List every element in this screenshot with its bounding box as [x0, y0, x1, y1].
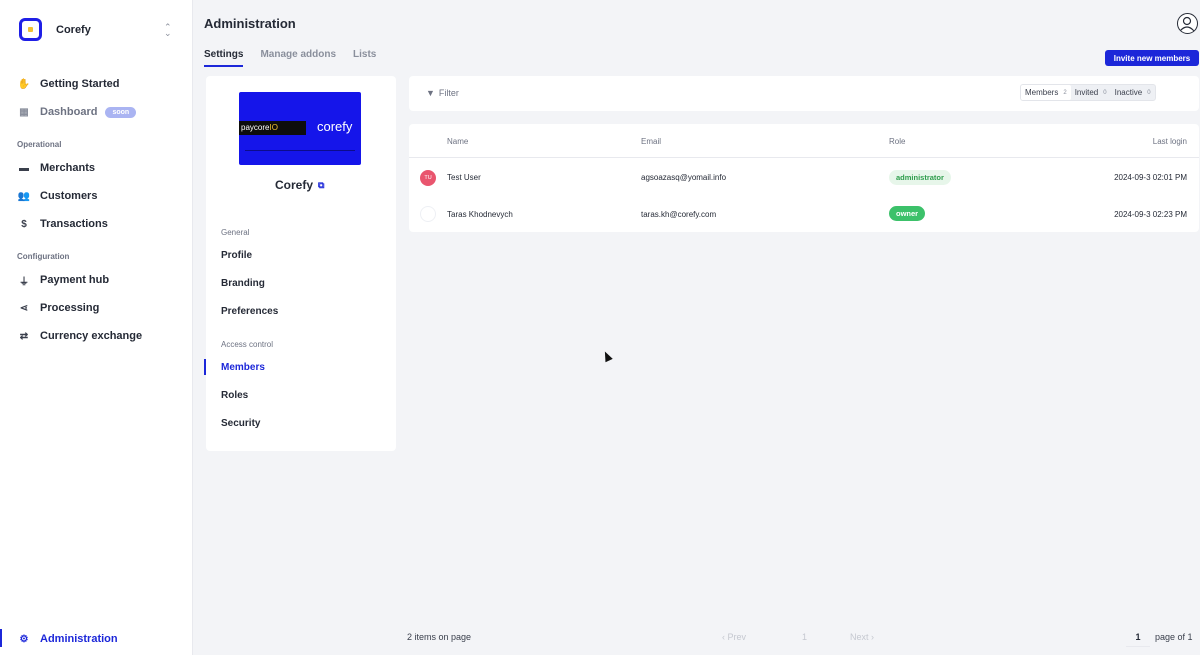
sidebar: Corefy ⌃ ⌄ ✋ Getting Started ▦ Dashboard …: [0, 0, 193, 655]
segment-invited[interactable]: Invited 0: [1071, 85, 1111, 100]
segment-inactive[interactable]: Inactive 0: [1111, 85, 1155, 100]
pager-prev-button[interactable]: ‹ Prev: [722, 632, 746, 642]
logo-paycore: paycoreIO: [239, 121, 306, 135]
sidebar-item-payment-hub[interactable]: ⏚ Payment hub: [17, 273, 110, 288]
sidebar-item-merchants[interactable]: ▬ Merchants: [17, 161, 95, 175]
sidebar-item-currency-exchange[interactable]: ⇄ Currency exchange: [17, 329, 142, 343]
tab-bar: Settings Manage addons Lists: [204, 49, 376, 67]
active-indicator: [0, 629, 2, 647]
sidebar-item-transactions[interactable]: $ Transactions: [17, 217, 108, 231]
wave-hand-icon: ✋: [17, 78, 31, 90]
segment-members[interactable]: Members 2: [1021, 85, 1071, 100]
active-indicator: [204, 359, 206, 375]
brand-name: Corefy: [56, 23, 91, 36]
member-last-login: 2024-09-3 02:01 PM: [1114, 173, 1187, 182]
section-label-access-control: Access control: [221, 340, 274, 349]
avatar: TU: [420, 170, 436, 186]
sidebar-item-label: Processing: [40, 302, 100, 314]
sidebar-item-customers[interactable]: 👥 Customers: [17, 189, 98, 203]
member-email: agsoazasq@yomail.info: [641, 173, 727, 182]
exchange-icon: ⇄: [19, 330, 29, 342]
avatar: [420, 206, 436, 222]
section-label-general: General: [221, 228, 250, 237]
member-name[interactable]: Taras Khodnevych: [447, 210, 513, 219]
tab-manage-addons[interactable]: Manage addons: [260, 49, 336, 67]
org-name-link[interactable]: Corefy ⧉: [275, 178, 324, 192]
org-logo: paycoreIO corefy: [239, 92, 361, 165]
sidebar-item-label: Payment hub: [40, 274, 110, 286]
users-icon: 👥: [17, 190, 31, 202]
corefy-logo-icon: [19, 18, 42, 41]
settings-item-preferences[interactable]: Preferences: [221, 306, 278, 317]
column-header-name[interactable]: Name: [447, 137, 468, 146]
settings-item-profile[interactable]: Profile: [221, 250, 252, 261]
member-name[interactable]: Test User: [447, 173, 481, 182]
member-email: taras.kh@corefy.com: [641, 210, 717, 219]
column-header-last-login[interactable]: Last login: [1153, 137, 1187, 146]
settings-item-members[interactable]: Members: [221, 362, 265, 373]
role-badge: administrator: [889, 170, 951, 185]
filter-button[interactable]: ▼ Filter: [426, 88, 459, 98]
gear-icon: ⚙: [19, 633, 29, 645]
sidebar-item-label: Getting Started: [40, 78, 120, 90]
settings-panel: paycoreIO corefy Corefy ⧉ General Profile…: [204, 76, 396, 451]
page-title: Administration: [204, 16, 296, 31]
sidebar-item-label: Dashboard: [40, 106, 98, 118]
column-header-role[interactable]: Role: [889, 137, 905, 146]
dashboard-icon: ▦: [19, 106, 29, 118]
section-label-configuration: Configuration: [17, 252, 70, 261]
invite-new-members-button[interactable]: Invite new members: [1105, 50, 1199, 66]
chevron-up-down-icon[interactable]: ⌃ ⌄: [164, 23, 172, 38]
items-count: 2 items on page: [407, 632, 472, 642]
sidebar-item-dashboard[interactable]: ▦ Dashboard soon: [17, 105, 137, 119]
filter-icon: ▼: [426, 88, 435, 98]
sidebar-item-administration[interactable]: ⚙ Administration: [17, 632, 118, 646]
soon-badge: soon: [105, 106, 137, 118]
column-header-email[interactable]: Email: [641, 137, 661, 146]
sidebar-item-label: Administration: [40, 633, 118, 645]
brand-switcher[interactable]: Corefy: [19, 18, 91, 41]
members-table: Name Email Role Last login TU Test User …: [409, 124, 1199, 232]
sidebar-item-label: Customers: [40, 190, 98, 202]
settings-item-roles[interactable]: Roles: [221, 390, 248, 401]
section-label-operational: Operational: [17, 140, 62, 149]
pager-next-button[interactable]: Next ›: [850, 632, 874, 642]
logo-corefy: corefy: [317, 119, 353, 134]
sidebar-item-processing[interactable]: ⋖ Processing: [17, 301, 100, 315]
settings-item-branding[interactable]: Branding: [221, 278, 265, 289]
sidebar-item-label: Transactions: [40, 218, 108, 230]
page-of-label: page of 1: [1155, 632, 1193, 642]
pager-page-number[interactable]: 1: [802, 632, 807, 642]
page-number-input[interactable]: 1: [1126, 630, 1150, 647]
store-icon: ▬: [19, 162, 29, 174]
filter-bar: ▼ Filter Members 2 Invited 0 Inactive 0: [409, 76, 1199, 111]
role-badge: owner: [889, 206, 926, 221]
mouse-cursor-icon: [601, 349, 613, 363]
user-avatar-icon[interactable]: [1177, 13, 1198, 34]
sidebar-item-getting-started[interactable]: ✋ Getting Started: [17, 77, 120, 91]
sidebar-item-label: Merchants: [40, 162, 96, 174]
external-link-icon: ⧉: [318, 179, 325, 190]
tab-settings[interactable]: Settings: [204, 49, 244, 67]
plug-icon: ⏚: [19, 276, 29, 288]
settings-item-security[interactable]: Security: [221, 418, 260, 429]
sidebar-item-label: Currency exchange: [40, 330, 143, 342]
member-last-login: 2024-09-3 02:23 PM: [1114, 210, 1187, 219]
status-segmented-control: Members 2 Invited 0 Inactive 0: [1020, 84, 1156, 101]
dollar-icon: $: [21, 218, 27, 230]
share-icon: ⋖: [19, 302, 29, 314]
tab-lists[interactable]: Lists: [353, 49, 376, 67]
